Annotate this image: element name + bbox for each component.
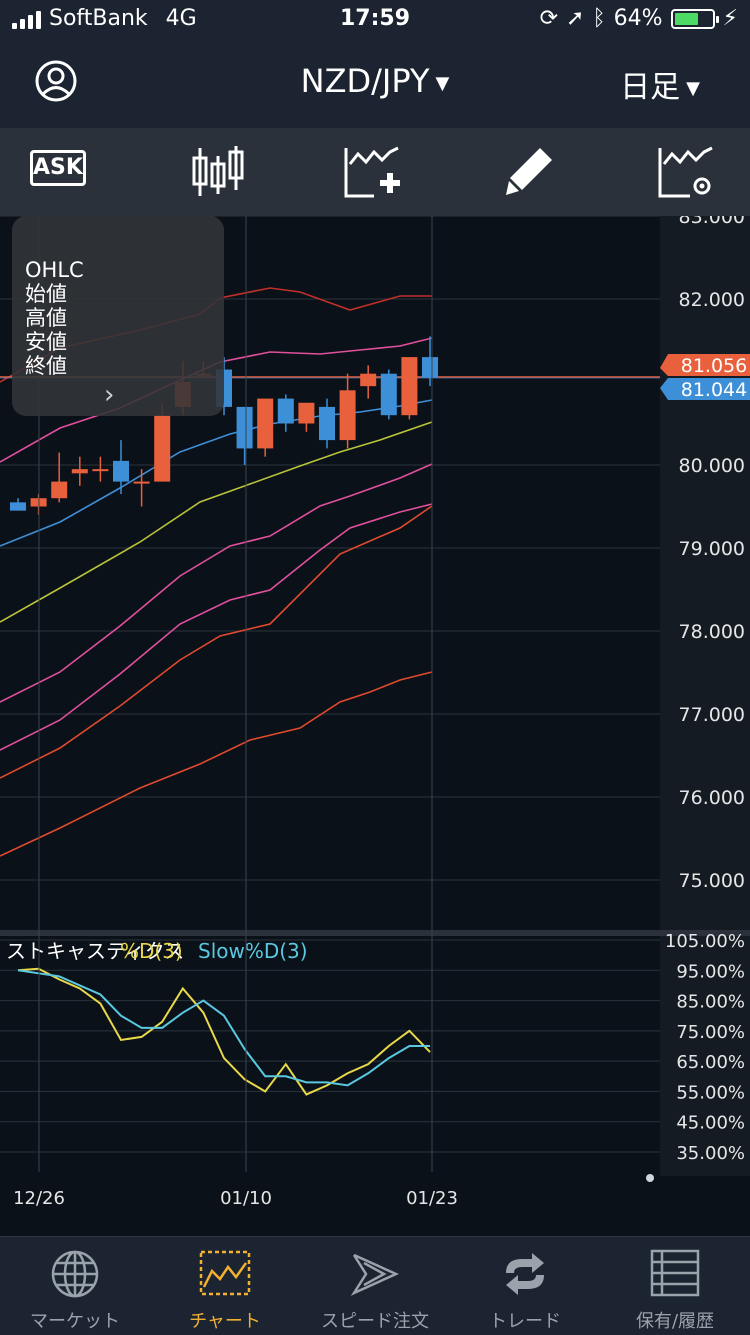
stochastic-d-label: %D(3) (120, 939, 183, 963)
tab-history[interactable]: 保有/履歴 (600, 1237, 750, 1335)
battery-icon (670, 8, 719, 29)
price-axis-label: 79.000 (679, 538, 745, 560)
ohlc-title: OHLC (25, 258, 84, 282)
candle (92, 456, 109, 482)
currency-pair: NZD/JPY (300, 62, 430, 100)
stochastic-axis-label: 95.00% (676, 961, 745, 982)
chevron-down-icon: ▼ (686, 78, 700, 99)
open-label: 始値 (25, 282, 67, 306)
tab-label: チャート (189, 1311, 261, 1332)
price-axis-label: 80.000 (679, 455, 745, 477)
speed-order-icon (350, 1253, 400, 1296)
status-bar: SoftBank 4G 17:59 ⟳ ➚ ᛒ 64% ⚡ (0, 0, 750, 40)
stochastic-axis-label: 55.00% (676, 1082, 745, 1103)
tab-bar: マーケット チャート スピード注文 トレード 保有/履歴 (0, 1236, 750, 1335)
price-axis-label: 83.000 (679, 216, 745, 228)
stochastic-axis-label: 75.00% (676, 1022, 745, 1043)
tab-chart[interactable]: チャート (150, 1237, 300, 1335)
date-label: 01/23 (406, 1188, 458, 1209)
bid-price-value: 81.056 (681, 355, 747, 377)
stochastic-slow-label: Slow%D(3) (198, 939, 308, 963)
scroll-indicator (646, 1174, 654, 1182)
timeframe-selector[interactable]: 日足 ▼ (620, 62, 700, 106)
history-icon (650, 1249, 700, 1297)
high-label: 高値 (25, 306, 67, 330)
low-label: 安値 (25, 330, 67, 354)
candlestick-icon[interactable] (186, 142, 250, 202)
tab-market[interactable]: マーケット (0, 1237, 150, 1335)
globe-icon (51, 1250, 99, 1298)
timeframe-label: 日足 (620, 70, 681, 105)
candle (298, 402, 315, 432)
candle (257, 398, 274, 457)
add-indicator-icon[interactable] (340, 142, 404, 202)
price-axis-label: 75.000 (679, 870, 745, 892)
charging-icon: ⚡ (722, 6, 738, 31)
stochastic-axis-label: 45.00% (676, 1113, 745, 1134)
bluetooth-icon: ᛒ (592, 6, 606, 31)
candle (236, 406, 253, 465)
battery-percent: 64% (613, 6, 663, 31)
stochastic-axis-label: 35.00% (676, 1143, 745, 1164)
date-label: 01/10 (220, 1188, 272, 1209)
price-axis-label: 77.000 (679, 704, 745, 726)
tab-speed-order[interactable]: スピード注文 (300, 1237, 450, 1335)
ask-price-value: 81.044 (681, 379, 747, 401)
ask-button[interactable]: ASK (30, 150, 92, 192)
candle (401, 357, 418, 420)
candle (10, 498, 26, 511)
rotation-lock-icon: ⟳ (539, 6, 558, 31)
pencil-icon[interactable] (500, 142, 564, 202)
candle (319, 398, 335, 449)
chevron-down-icon: ▼ (435, 72, 450, 94)
candle (71, 456, 88, 486)
candle (380, 369, 397, 420)
ask-label: ASK (30, 150, 86, 186)
tab-trade[interactable]: トレード (450, 1237, 600, 1335)
trade-icon (506, 1253, 544, 1295)
candle (339, 373, 356, 449)
candle (360, 365, 377, 399)
chart-toolbar: ASK (0, 128, 750, 216)
ohlc-panel[interactable]: OHLC 始値 高値 安値 終値 › (12, 216, 224, 416)
price-axis-label: 82.000 (679, 289, 745, 311)
nav-bar: NZD/JPY ▼ 日足 ▼ (0, 40, 750, 128)
stochastic-axis-label: 65.00% (676, 1052, 745, 1073)
candle (133, 469, 150, 507)
candle (113, 440, 129, 495)
chart-icon (199, 1250, 251, 1296)
close-label: 終値 (25, 354, 67, 378)
chevron-right-icon[interactable]: › (104, 380, 114, 410)
tab-label: マーケット (30, 1311, 120, 1332)
candle (51, 452, 68, 503)
stochastic-axis-label: 85.00% (676, 992, 745, 1013)
stochastic-axis-label: 105.00% (665, 931, 745, 952)
location-icon: ➚ (566, 6, 585, 31)
tab-label: 保有/履歴 (635, 1311, 715, 1332)
price-axis-label: 76.000 (679, 787, 745, 809)
date-label: 12/26 (13, 1188, 65, 1209)
tab-label: スピード注文 (321, 1311, 429, 1332)
stochastic-d-line (17, 967, 431, 1096)
candle (277, 394, 294, 432)
tab-label: トレード (489, 1311, 561, 1332)
candle (422, 336, 438, 387)
price-axis-label: 78.000 (679, 621, 745, 643)
indicator-settings-icon[interactable] (654, 142, 718, 202)
